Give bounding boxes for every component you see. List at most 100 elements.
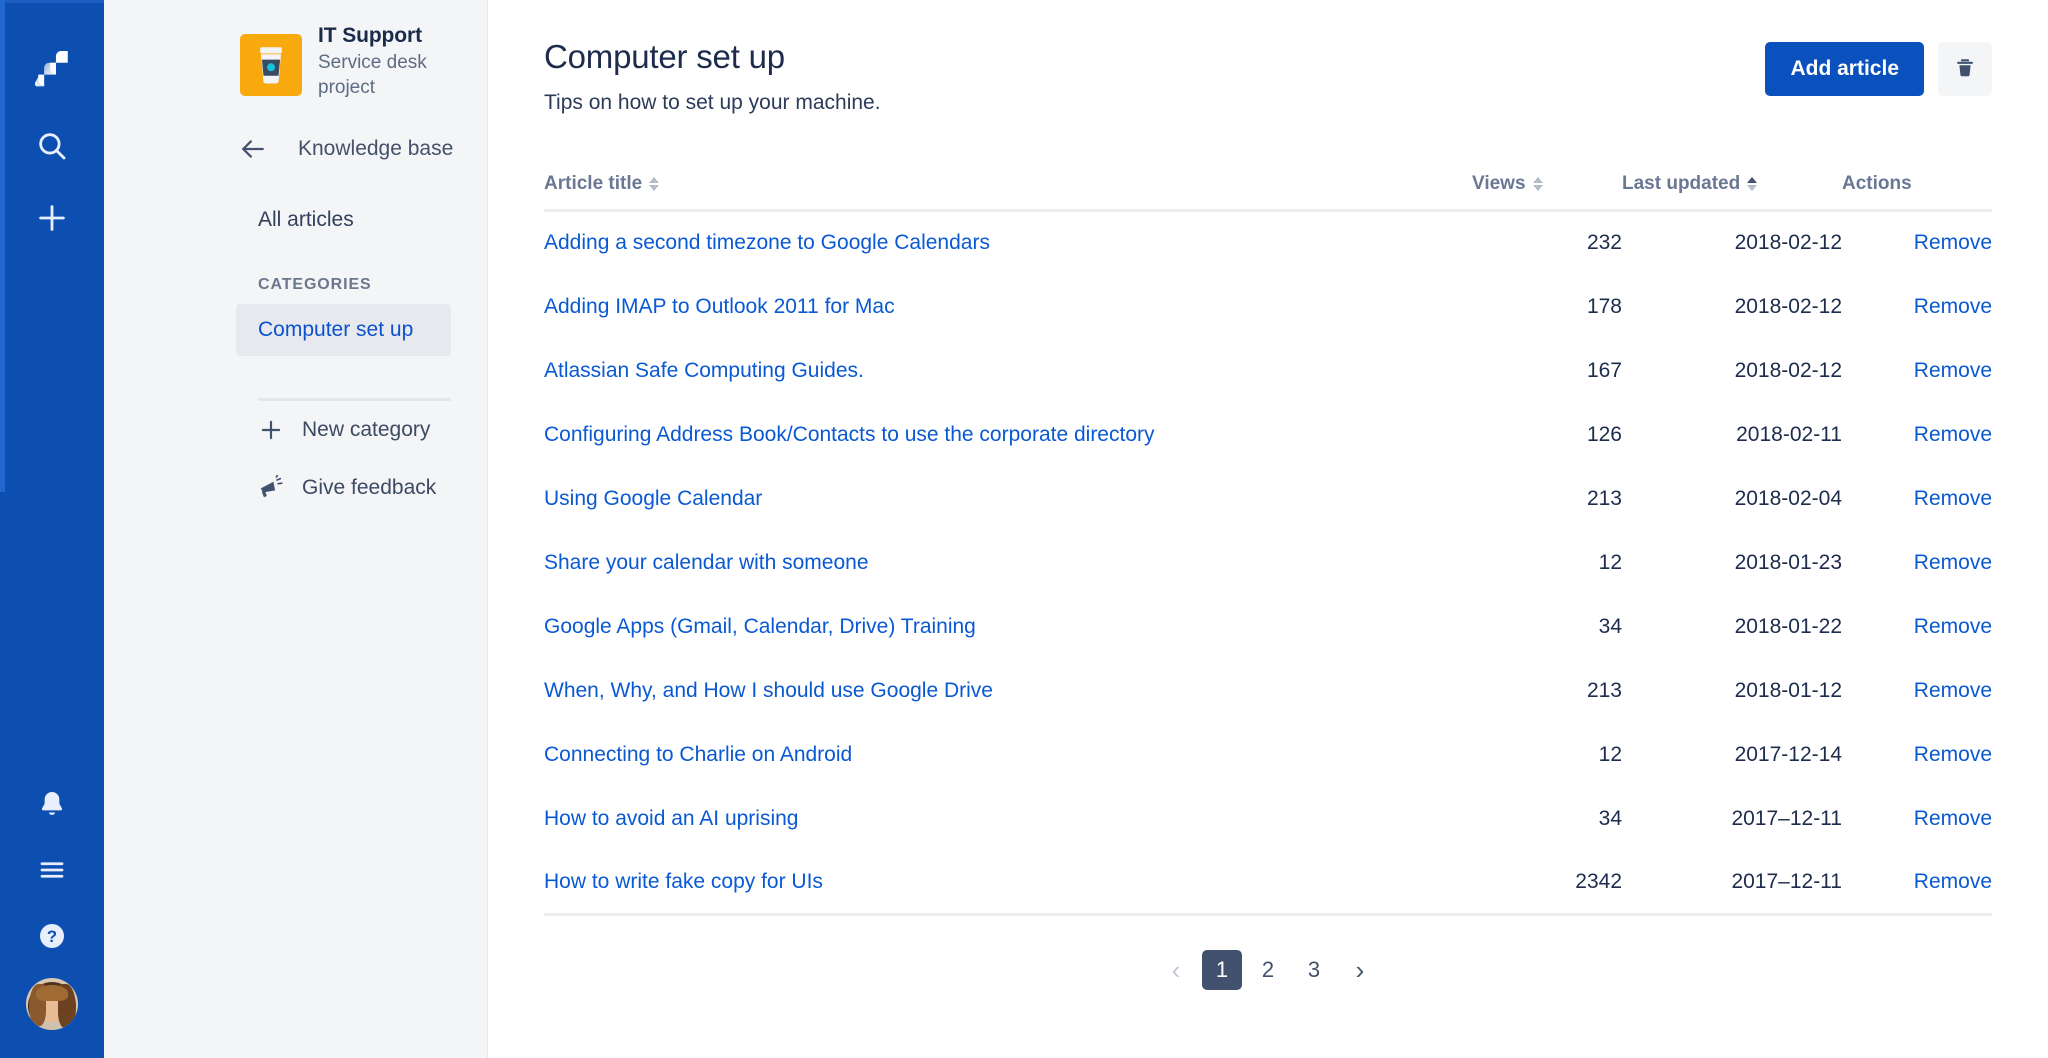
cell-article-title: Atlassian Safe Computing Guides.: [544, 339, 1472, 403]
article-title-link[interactable]: Connecting to Charlie on Android: [544, 743, 852, 766]
cell-actions: Remove: [1842, 275, 1992, 339]
last-updated-value: 2018-02-12: [1735, 295, 1842, 318]
column-header-article-title[interactable]: Article title: [544, 173, 1472, 211]
cell-last-updated: 2018-02-11: [1622, 403, 1842, 467]
delete-category-button[interactable]: [1938, 42, 1992, 96]
remove-article-link[interactable]: Remove: [1914, 487, 1992, 510]
notifications-bell-icon[interactable]: [20, 772, 84, 836]
cell-actions: Remove: [1842, 595, 1992, 659]
last-updated-value: 2018-01-22: [1735, 615, 1842, 638]
cell-actions: Remove: [1842, 659, 1992, 723]
create-icon[interactable]: [20, 186, 84, 250]
remove-article-link[interactable]: Remove: [1914, 679, 1992, 702]
cell-last-updated: 2017-12-14: [1622, 723, 1842, 787]
column-label-last-updated: Last updated: [1622, 173, 1740, 195]
search-icon[interactable]: [20, 114, 84, 178]
article-title-link[interactable]: How to avoid an AI uprising: [544, 807, 798, 830]
cell-last-updated: 2018-01-23: [1622, 531, 1842, 595]
cell-views: 213: [1472, 467, 1622, 531]
article-title-link[interactable]: Adding a second timezone to Google Calen…: [544, 231, 990, 254]
column-label-article-title: Article title: [544, 173, 642, 195]
svg-text:?: ?: [47, 927, 57, 946]
article-title-link[interactable]: Using Google Calendar: [544, 487, 762, 510]
pagination-prev[interactable]: ‹: [1156, 950, 1196, 990]
last-updated-value: 2018-01-12: [1735, 679, 1842, 702]
last-updated-value: 2017–12-11: [1731, 807, 1842, 830]
article-title-link[interactable]: Adding IMAP to Outlook 2011 for Mac: [544, 295, 895, 318]
table-row: Google Apps (Gmail, Calendar, Drive) Tra…: [544, 595, 1992, 659]
remove-article-link[interactable]: Remove: [1914, 359, 1992, 382]
cell-actions: Remove: [1842, 467, 1992, 531]
article-title-link[interactable]: Atlassian Safe Computing Guides.: [544, 359, 864, 382]
sort-last-updated[interactable]: Last updated: [1622, 173, 1757, 195]
table-row: Share your calendar with someone 122018-0…: [544, 531, 1992, 595]
content-header-text: Computer set up Tips on how to set up yo…: [544, 38, 881, 115]
app-switcher-icon[interactable]: [20, 838, 84, 902]
cell-views: 12: [1472, 723, 1622, 787]
views-value: 2342: [1575, 870, 1622, 893]
sort-article-title[interactable]: Article title: [544, 173, 659, 195]
page-title: Computer set up: [544, 38, 881, 76]
pagination-next[interactable]: ›: [1340, 950, 1380, 990]
views-value: 12: [1599, 551, 1622, 574]
remove-article-link[interactable]: Remove: [1914, 231, 1992, 254]
cell-article-title: How to avoid an AI uprising: [544, 787, 1472, 851]
cell-article-title: When, Why, and How I should use Google D…: [544, 659, 1472, 723]
help-icon[interactable]: ?: [20, 904, 84, 968]
cell-article-title: Share your calendar with someone: [544, 531, 1472, 595]
category-label: Computer set up: [258, 318, 413, 342]
table-row: Configuring Address Book/Contacts to use…: [544, 403, 1992, 467]
sidebar-item-all-articles[interactable]: All articles: [236, 194, 451, 246]
remove-article-link[interactable]: Remove: [1914, 615, 1992, 638]
all-articles-label: All articles: [258, 208, 354, 232]
give-feedback-button[interactable]: Give feedback: [104, 459, 487, 517]
column-header-views[interactable]: Views: [1472, 173, 1622, 211]
remove-article-link[interactable]: Remove: [1914, 423, 1992, 446]
avatar[interactable]: [26, 978, 78, 1030]
article-title-link[interactable]: Configuring Address Book/Contacts to use…: [544, 423, 1155, 446]
page-subtitle: Tips on how to set up your machine.: [544, 91, 881, 115]
last-updated-value: 2018-02-12: [1735, 359, 1842, 382]
column-label-views: Views: [1472, 173, 1526, 195]
categories-heading: CATEGORIES: [104, 276, 487, 294]
trash-icon: [1953, 56, 1977, 83]
new-category-button[interactable]: New category: [104, 401, 487, 459]
header-actions: Add article: [1765, 38, 1992, 96]
pagination-page-2[interactable]: 2: [1248, 950, 1288, 990]
cell-actions: Remove: [1842, 851, 1992, 915]
table-row: Adding IMAP to Outlook 2011 for Mac17820…: [544, 275, 1992, 339]
article-title-link[interactable]: When, Why, and How I should use Google D…: [544, 679, 993, 702]
pagination: ‹ 1 2 3 ›: [544, 950, 1992, 990]
remove-article-link[interactable]: Remove: [1914, 551, 1992, 574]
remove-article-link[interactable]: Remove: [1914, 870, 1992, 893]
pagination-page-1[interactable]: 1: [1202, 950, 1242, 990]
cell-last-updated: 2018-02-12: [1622, 211, 1842, 275]
cell-views: 126: [1472, 403, 1622, 467]
cell-last-updated: 2017–12-11: [1622, 787, 1842, 851]
sidebar-item-computer-set-up[interactable]: Computer set up: [236, 304, 451, 356]
content-header: Computer set up Tips on how to set up yo…: [544, 30, 1992, 115]
cell-views: 34: [1472, 787, 1622, 851]
add-article-button[interactable]: Add article: [1765, 42, 1924, 96]
give-feedback-label: Give feedback: [302, 476, 436, 500]
article-title-link[interactable]: Share your calendar with someone: [544, 551, 869, 574]
article-title-link[interactable]: How to write fake copy for UIs: [544, 870, 823, 893]
articles-table: Article title Views: [544, 173, 1992, 916]
rail-top-divider: [0, 0, 104, 3]
cell-last-updated: 2018-02-12: [1622, 275, 1842, 339]
cell-last-updated: 2018-02-12: [1622, 339, 1842, 403]
column-header-last-updated[interactable]: Last updated: [1622, 173, 1842, 211]
jira-logo[interactable]: [20, 36, 84, 100]
views-value: 213: [1587, 679, 1622, 702]
last-updated-value: 2018-02-11: [1736, 423, 1842, 446]
pagination-page-3[interactable]: 3: [1294, 950, 1334, 990]
remove-article-link[interactable]: Remove: [1914, 743, 1992, 766]
remove-article-link[interactable]: Remove: [1914, 807, 1992, 830]
remove-article-link[interactable]: Remove: [1914, 295, 1992, 318]
back-to-knowledge-base[interactable]: Knowledge base: [104, 122, 487, 176]
article-title-link[interactable]: Google Apps (Gmail, Calendar, Drive) Tra…: [544, 615, 976, 638]
cell-last-updated: 2018-01-12: [1622, 659, 1842, 723]
cell-views: 2342: [1472, 851, 1622, 915]
sort-views[interactable]: Views: [1472, 173, 1543, 195]
views-value: 213: [1587, 487, 1622, 510]
